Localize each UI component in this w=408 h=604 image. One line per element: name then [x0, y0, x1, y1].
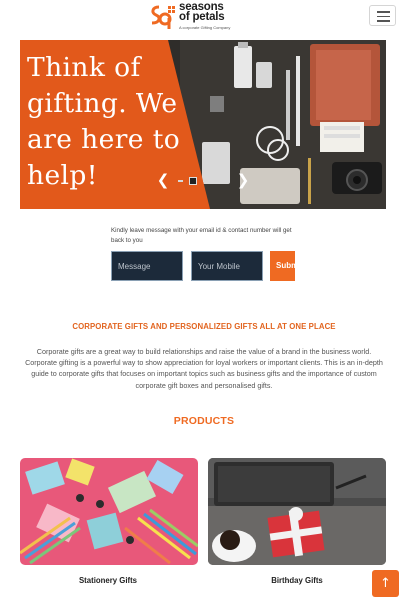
menu-button[interactable]	[369, 5, 396, 26]
carousel-dot[interactable]	[178, 180, 183, 182]
hero-headline: Think of gifting. We are here to help!	[27, 52, 181, 191]
birthday-gift-image	[208, 458, 386, 565]
carousel-dot[interactable]	[214, 180, 219, 182]
brand-logo[interactable]: seasons of petals A corporate Gifting Co…	[148, 1, 240, 32]
corporate-heading: CORPORATE GIFTS AND PERSONALIZED GIFTS A…	[72, 322, 336, 331]
product-card-birthday[interactable]	[208, 458, 386, 565]
brand-tagline: A corporate Gifting Company	[179, 25, 231, 30]
site-header: seasons of petals A corporate Gifting Co…	[0, 0, 408, 34]
carousel-dot-active[interactable]	[189, 177, 197, 185]
hamburger-icon-bar	[377, 20, 390, 22]
carousel-indicators	[178, 177, 219, 185]
product-label-birthday[interactable]: Birthday Gifts	[208, 576, 386, 585]
chevron-left-icon[interactable]: ❮	[156, 172, 170, 188]
chevron-right-icon[interactable]: ❯	[236, 172, 250, 188]
product-card-stationery[interactable]	[20, 458, 198, 565]
hero-carousel: Think of gifting. We are here to help! ❮…	[20, 40, 386, 209]
contact-hint: Kindly leave message with your email id …	[111, 227, 292, 244]
mobile-input[interactable]: Your Mobile	[191, 251, 263, 281]
product-label-stationery[interactable]: Stationery Gifts	[19, 576, 197, 585]
carousel-dot[interactable]	[203, 180, 208, 182]
logo-mark-icon	[151, 5, 175, 29]
hamburger-icon-bar	[377, 15, 390, 17]
brand-name: seasons of petals	[179, 1, 225, 23]
submit-button[interactable]: Submit	[270, 251, 295, 281]
message-input[interactable]: Message	[111, 251, 183, 281]
products-heading: PRODUCTS	[173, 415, 235, 427]
hamburger-icon	[377, 11, 390, 13]
stationery-image	[20, 458, 198, 565]
corporate-description: Corporate gifts are a great way to build…	[25, 347, 383, 390]
arrow-up-icon[interactable]: ↑	[372, 570, 399, 597]
